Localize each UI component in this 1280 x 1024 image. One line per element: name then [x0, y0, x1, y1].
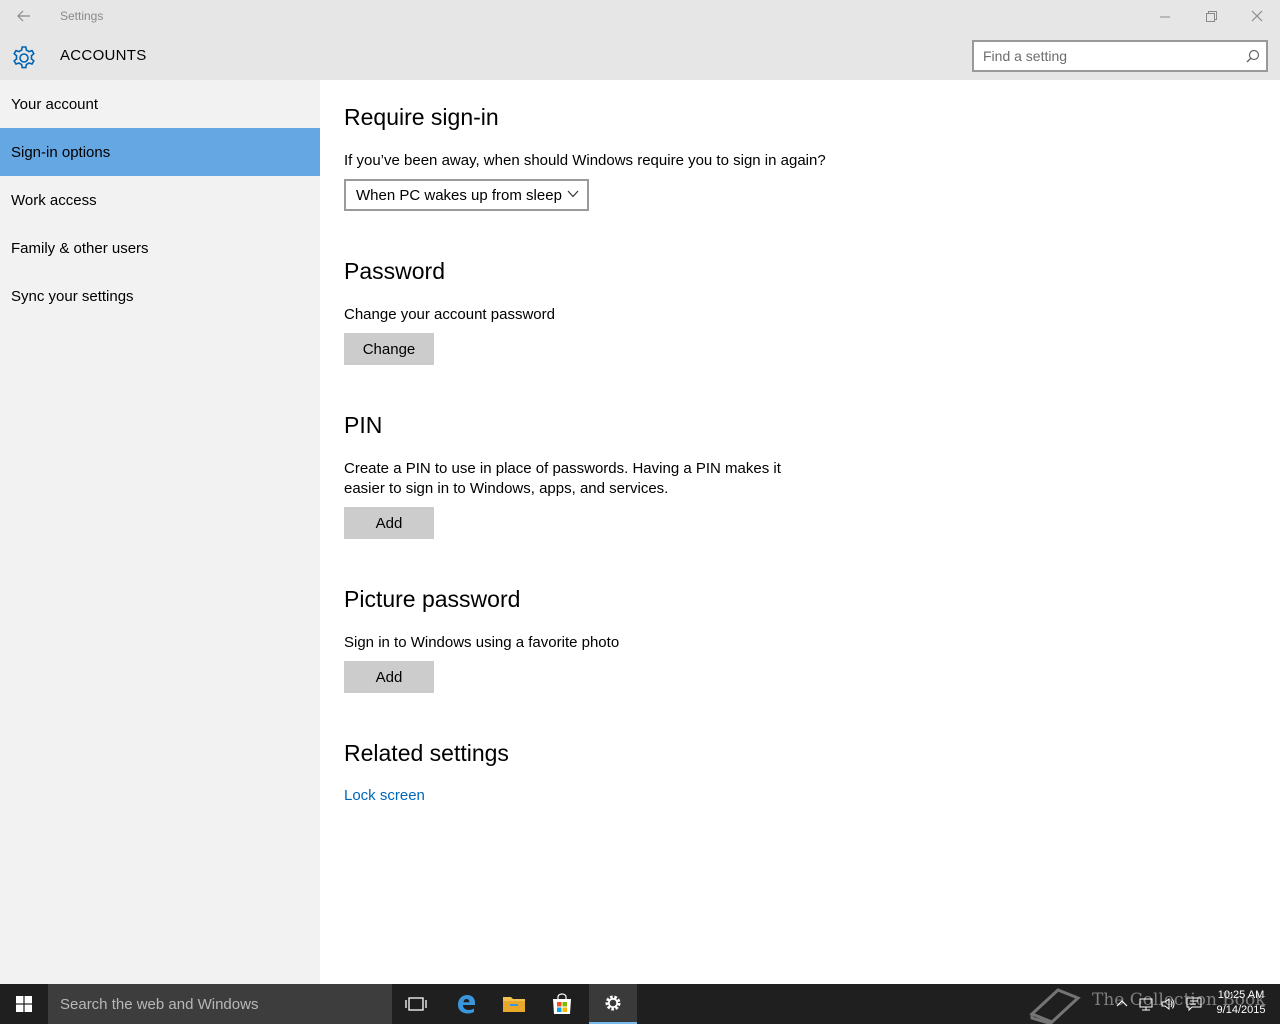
edge-button[interactable] [442, 984, 490, 1024]
password-description: Change your account password [344, 306, 555, 323]
action-center-icon[interactable] [1186, 996, 1202, 1012]
close-button[interactable] [1234, 0, 1280, 32]
sidebar-item-label: Sync your settings [11, 287, 134, 305]
pin-heading: PIN [344, 412, 383, 438]
taskbar-search-box[interactable]: Search the web and Windows [48, 984, 392, 1024]
title-bar: Settings [0, 0, 1280, 32]
search-input[interactable] [983, 47, 1233, 65]
windows-logo-icon [16, 996, 32, 1012]
network-icon[interactable] [1138, 996, 1154, 1012]
show-hidden-icons-icon[interactable] [1114, 996, 1130, 1012]
sidebar-item-label: Family & other users [11, 239, 149, 257]
picture-password-heading: Picture password [344, 586, 521, 612]
header: ACCOUNTS [0, 32, 1280, 80]
book-logo-icon [1029, 988, 1081, 1024]
lock-screen-link[interactable]: Lock screen [344, 787, 425, 804]
minimize-button[interactable] [1142, 0, 1188, 32]
system-clock[interactable]: 10:25 AM 9/14/2015 [1212, 988, 1270, 1018]
sidebar-item-family-other-users[interactable]: Family & other users [0, 224, 320, 272]
task-view-icon [405, 997, 427, 1011]
restore-button[interactable] [1188, 0, 1234, 32]
sidebar-item-label: Work access [11, 191, 97, 209]
gear-icon [13, 46, 35, 69]
edge-icon [458, 995, 475, 1014]
password-heading: Password [344, 258, 445, 284]
sidebar: Your account Sign-in options Work access… [0, 80, 320, 984]
back-arrow-icon [17, 10, 30, 22]
back-button[interactable] [0, 0, 48, 32]
file-explorer-icon [503, 997, 525, 1012]
require-signin-question: If you’ve been away, when should Windows… [344, 152, 826, 169]
settings-taskbar-button[interactable] [589, 984, 637, 1024]
sidebar-item-work-access[interactable]: Work access [0, 176, 320, 224]
clock-date: 9/14/2015 [1216, 1004, 1266, 1016]
taskbar: Search the web and Windows The Collectio… [0, 984, 1280, 1024]
window-title: Settings [60, 9, 104, 23]
sidebar-item-your-account[interactable]: Your account [0, 80, 320, 128]
main-content: Require sign-in If you’ve been away, whe… [320, 80, 1280, 984]
settings-icon [605, 995, 621, 1011]
pin-description-line2: easier to sign in to Windows, apps, and … [344, 480, 669, 497]
file-explorer-button[interactable] [490, 984, 538, 1024]
add-picture-password-button[interactable]: Add [344, 661, 434, 693]
clock-time: 10:25 AM [1217, 989, 1265, 1001]
minimize-icon [1159, 16, 1170, 17]
pin-description-line1: Create a PIN to use in place of password… [344, 460, 781, 477]
picture-password-description: Sign in to Windows using a favorite phot… [344, 634, 620, 651]
store-button[interactable] [538, 984, 586, 1024]
task-view-button[interactable] [392, 984, 440, 1024]
require-signin-heading: Require sign-in [344, 104, 499, 130]
require-signin-dropdown[interactable]: When PC wakes up from sleep [344, 179, 589, 211]
volume-icon[interactable] [1160, 996, 1176, 1012]
change-password-button[interactable]: Change [344, 333, 434, 365]
find-setting-search[interactable] [972, 40, 1268, 72]
sidebar-item-label: Sign-in options [11, 143, 111, 161]
close-icon [1251, 10, 1263, 22]
store-icon [553, 993, 571, 1014]
taskbar-search-placeholder: Search the web and Windows [60, 996, 259, 1013]
restore-icon [1205, 10, 1217, 22]
dropdown-value: When PC wakes up from sleep [356, 186, 562, 204]
add-pin-button[interactable]: Add [344, 507, 434, 539]
related-settings-heading: Related settings [344, 740, 509, 766]
chevron-down-icon [567, 190, 579, 198]
sidebar-item-sync-settings[interactable]: Sync your settings [0, 272, 320, 320]
page-title: ACCOUNTS [60, 47, 147, 64]
sidebar-item-label: Your account [11, 95, 99, 113]
search-icon[interactable] [1246, 49, 1260, 63]
start-button[interactable] [0, 984, 48, 1024]
sidebar-item-sign-in-options[interactable]: Sign-in options [0, 128, 320, 176]
